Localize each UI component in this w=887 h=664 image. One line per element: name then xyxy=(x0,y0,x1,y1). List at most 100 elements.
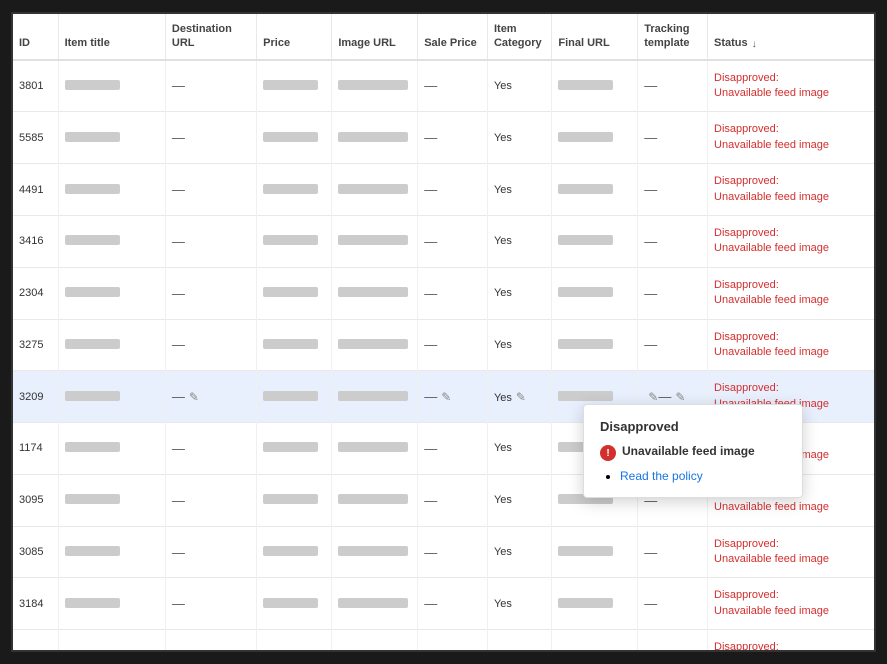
cell-tracking: — xyxy=(638,60,708,112)
blurred-image-url xyxy=(338,80,408,90)
col-header-item-category: Item Category xyxy=(487,14,551,60)
cell-final-url xyxy=(552,578,638,630)
table-row: 3801 — —Yes — Disapproved: Unavailable f… xyxy=(13,60,874,112)
table-wrapper[interactable]: ID Item title Destination URL Price Imag… xyxy=(13,14,874,650)
cell-status: Disapproved: Unavailable feed image xyxy=(708,526,874,578)
table-row: 5585 — —Yes — Disapproved: Unavailable f… xyxy=(13,112,874,164)
cell-sale-price: — xyxy=(418,112,488,164)
cell-id: 4491 xyxy=(13,164,58,216)
edit-sale-icon[interactable]: ✎ xyxy=(441,390,451,404)
cell-id: 3801 xyxy=(13,60,58,112)
blurred-title xyxy=(65,546,120,556)
cell-item-category: Yes xyxy=(487,112,551,164)
cell-price xyxy=(257,474,332,526)
cell-sale-price: — xyxy=(418,578,488,630)
cell-price xyxy=(257,578,332,630)
col-header-status[interactable]: Status ↓ xyxy=(708,14,874,60)
cell-item-category: Yes xyxy=(487,319,551,371)
blurred-price xyxy=(263,339,318,349)
cell-tracking: — xyxy=(638,267,708,319)
status-disapproved: Disapproved: Unavailable feed image xyxy=(714,174,868,205)
blurred-final xyxy=(558,184,613,194)
cell-item-title xyxy=(58,319,165,371)
cell-dest-url: — xyxy=(165,423,256,475)
blurred-title xyxy=(65,339,120,349)
blurred-price xyxy=(263,80,318,90)
cell-sale-price: — xyxy=(418,423,488,475)
cell-price xyxy=(257,112,332,164)
blurred-final xyxy=(558,287,613,297)
col-header-price: Price xyxy=(257,14,332,60)
cell-final-url xyxy=(552,319,638,371)
cell-dest-url: — xyxy=(165,526,256,578)
blurred-image-url xyxy=(338,546,408,556)
col-header-sale-price: Sale Price xyxy=(418,14,488,60)
cell-id: 3275 xyxy=(13,319,58,371)
blurred-price xyxy=(263,184,318,194)
edit-track2-icon[interactable]: ✎ xyxy=(675,390,685,404)
table-row: 2304 — —Yes — Disapproved: Unavailable f… xyxy=(13,267,874,319)
cell-id: 5585 xyxy=(13,112,58,164)
cell-item-category: Yes✎ xyxy=(487,371,551,423)
blurred-price xyxy=(263,546,318,556)
cell-dest-url: — xyxy=(165,630,256,650)
cell-price xyxy=(257,164,332,216)
blurred-price xyxy=(263,391,318,401)
edit-cat-icon[interactable]: ✎ xyxy=(516,390,526,404)
cell-status: Disapproved: Unavailable feed image xyxy=(708,319,874,371)
cell-tracking: — xyxy=(638,215,708,267)
edit-dest-icon[interactable]: ✎ xyxy=(189,390,199,404)
popup-error-label: Unavailable feed image xyxy=(622,444,755,458)
blurred-price xyxy=(263,235,318,245)
cell-dest-url: — xyxy=(165,267,256,319)
read-policy-link[interactable]: Read the policy xyxy=(620,469,703,483)
cell-image-url xyxy=(332,578,418,630)
popup-policy-list: Read the policy xyxy=(600,469,786,483)
edit-track-icon[interactable]: ✎ xyxy=(648,390,658,404)
cell-tracking: — xyxy=(638,164,708,216)
cell-item-title xyxy=(58,371,165,423)
cell-status: Disapproved: Unavailable feed image xyxy=(708,215,874,267)
blurred-price xyxy=(263,132,318,142)
blurred-image-url xyxy=(338,287,408,297)
blurred-title xyxy=(65,235,120,245)
cell-price xyxy=(257,423,332,475)
cell-status: Disapproved: Unavailable feed image xyxy=(708,267,874,319)
cell-dest-url: — xyxy=(165,319,256,371)
status-disapproved: Disapproved: Unavailable feed image xyxy=(714,640,868,650)
cell-tracking: — xyxy=(638,319,708,371)
cell-item-title xyxy=(58,578,165,630)
popup-error-icon: ! xyxy=(600,445,616,461)
blurred-final xyxy=(558,339,613,349)
cell-dest-url: — xyxy=(165,164,256,216)
cell-item-title xyxy=(58,630,165,650)
cell-price xyxy=(257,371,332,423)
blurred-final xyxy=(558,546,613,556)
cell-item-category: Yes xyxy=(487,526,551,578)
cell-final-url xyxy=(552,267,638,319)
blurred-title xyxy=(65,391,120,401)
cell-dest-url: — xyxy=(165,215,256,267)
status-disapproved: Disapproved: Unavailable feed image xyxy=(714,71,868,102)
sort-desc-icon[interactable]: ↓ xyxy=(752,38,757,51)
cell-item-category: Yes xyxy=(487,60,551,112)
cell-image-url xyxy=(332,60,418,112)
col-header-final-url: Final URL xyxy=(552,14,638,60)
cell-image-url xyxy=(332,319,418,371)
cell-final-url xyxy=(552,112,638,164)
status-disapproved: Disapproved: Unavailable feed image xyxy=(714,122,868,153)
cell-item-title xyxy=(58,164,165,216)
cell-status: Disapproved: Unavailable feed image xyxy=(708,630,874,650)
cell-dest-url: — xyxy=(165,60,256,112)
cell-item-category: Yes xyxy=(487,423,551,475)
blurred-image-url xyxy=(338,132,408,142)
blurred-image-url xyxy=(338,339,408,349)
blurred-title xyxy=(65,598,120,608)
cell-sale-price: — xyxy=(418,474,488,526)
cell-sale-price: — xyxy=(418,267,488,319)
col-header-dest-url: Destination URL xyxy=(165,14,256,60)
cell-dest-url: — xyxy=(165,474,256,526)
table-row: 3275 — —Yes — Disapproved: Unavailable f… xyxy=(13,319,874,371)
cell-item-category: Yes xyxy=(487,474,551,526)
status-disapproved: Disapproved: Unavailable feed image xyxy=(714,278,868,309)
